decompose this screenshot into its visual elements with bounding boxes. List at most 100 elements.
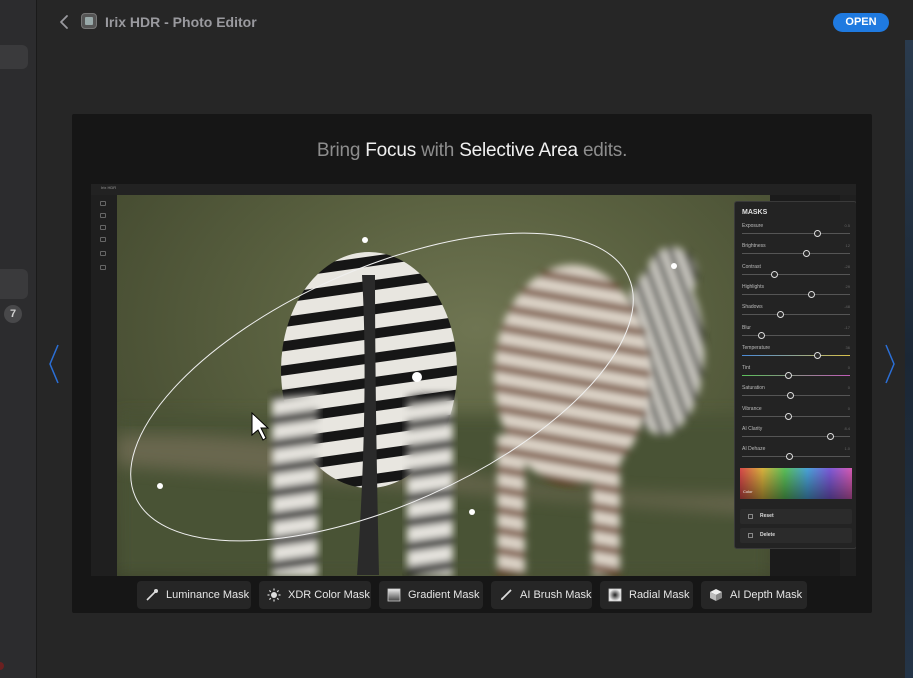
slider-knob[interactable] xyxy=(827,433,835,440)
luminance-mask-button[interactable]: Luminance Mask xyxy=(137,581,251,609)
slider-knob[interactable] xyxy=(807,290,815,298)
mask-button-label: XDR Color Mask xyxy=(288,589,370,601)
headline: Bring Focus with Selective Area edits. xyxy=(72,140,872,162)
mask-button-label: Radial Mask xyxy=(629,589,690,601)
slider-value: -48 xyxy=(844,304,850,310)
slider-track[interactable] xyxy=(742,253,850,255)
reset-button[interactable]: Reset xyxy=(740,509,852,524)
screenshot-card: Bring Focus with Selective Area edits. I… xyxy=(72,114,872,613)
sidebar: 7 xyxy=(0,0,37,678)
slider-track[interactable] xyxy=(742,415,850,417)
slider-knob[interactable] xyxy=(814,351,822,359)
tool-icon xyxy=(100,251,106,256)
slider-knob[interactable] xyxy=(777,311,785,319)
ai-brush-mask-button[interactable]: AI Brush Mask xyxy=(491,581,592,609)
xdr-color-mask-button[interactable]: XDR Color Mask xyxy=(259,581,371,609)
mask-slider[interactable]: Blur -17 xyxy=(742,325,850,341)
mask-button-label: Gradient Mask xyxy=(408,589,480,601)
back-chevron-icon[interactable] xyxy=(57,12,71,32)
slider-label: Tint xyxy=(742,365,751,372)
slider-knob[interactable] xyxy=(784,372,792,380)
slider-value: 0 xyxy=(847,405,850,411)
slider-track[interactable] xyxy=(742,233,850,234)
slider-value: 0 xyxy=(847,385,850,391)
headline-emphasis: Selective Area xyxy=(459,140,578,161)
mask-slider[interactable]: AI Clarity 8.4 xyxy=(742,426,850,442)
slider-knob[interactable] xyxy=(757,331,765,339)
slider-track[interactable] xyxy=(742,354,850,356)
mask-slider[interactable]: Brightness 12 xyxy=(742,243,850,259)
slider-value: 29 xyxy=(845,283,850,289)
editor-preview: Irix HDR MASKS Exposure 0.5 Brightness 1… xyxy=(91,184,856,576)
mask-button-label: AI Depth Mask xyxy=(730,589,803,601)
gradient-icon xyxy=(387,588,401,602)
zebra-illustration xyxy=(117,232,770,576)
slider-knob[interactable] xyxy=(803,250,811,258)
masks-panel: MASKS Exposure 0.5 Brightness 12 Contrast -28… xyxy=(734,201,856,549)
radial-mask-button[interactable]: Radial Mask xyxy=(600,581,693,609)
masks-panel-title: MASKS xyxy=(742,209,768,216)
tool-icon xyxy=(100,265,106,270)
slider-track[interactable] xyxy=(742,456,850,458)
delete-button[interactable]: Delete xyxy=(740,528,852,543)
slider-label: Vibrance xyxy=(742,405,762,412)
slider-value: 0.5 xyxy=(844,223,850,228)
mask-slider[interactable]: AI Dehaze 1.0 xyxy=(742,446,850,462)
color-swatch[interactable]: Color xyxy=(740,468,852,499)
slider-track[interactable] xyxy=(742,273,850,275)
gradient-mask-button[interactable]: Gradient Mask xyxy=(379,581,483,609)
previous-arrow-icon[interactable] xyxy=(47,343,61,385)
reset-icon xyxy=(748,514,753,519)
mask-button-label: Luminance Mask xyxy=(166,589,250,601)
slider-track[interactable] xyxy=(742,375,850,377)
trash-icon xyxy=(748,533,753,538)
mask-slider[interactable]: Exposure 0.5 xyxy=(742,223,850,239)
brush-icon xyxy=(501,589,512,600)
cube-icon xyxy=(710,589,722,601)
slider-label: AI Dehaze xyxy=(742,446,766,453)
slider-label: Highlights xyxy=(742,283,764,290)
editor-titlebar: Irix HDR xyxy=(91,184,856,195)
app-window: 7 Irix HDR - Photo Editor OPEN Bring Foc… xyxy=(0,0,913,678)
slider-label: Shadows xyxy=(742,304,763,311)
mask-slider[interactable]: Saturation 0 xyxy=(742,385,850,401)
sidebar-indicator-dot xyxy=(0,662,4,670)
pipette-icon xyxy=(146,589,158,601)
mask-slider[interactable]: Contrast -28 xyxy=(742,264,850,280)
slider-knob[interactable] xyxy=(784,412,792,420)
slider-label: Exposure xyxy=(742,223,764,229)
sidebar-badge: 7 xyxy=(4,305,22,323)
mask-slider[interactable]: Vibrance 0 xyxy=(742,406,850,422)
slider-knob[interactable] xyxy=(770,270,778,278)
sidebar-item-selected[interactable] xyxy=(0,269,28,299)
mask-slider[interactable]: Tint 0 xyxy=(742,365,850,381)
slider-track[interactable] xyxy=(742,314,850,316)
mask-slider[interactable]: Temperature 36 xyxy=(742,345,850,361)
next-arrow-icon[interactable] xyxy=(883,343,897,385)
desktop-edge xyxy=(905,40,913,678)
header: Irix HDR - Photo Editor OPEN xyxy=(37,0,913,44)
open-button[interactable]: OPEN xyxy=(833,13,889,32)
app-icon xyxy=(81,13,97,29)
slider-value: 1.0 xyxy=(844,446,850,452)
ai-depth-mask-button[interactable]: AI Depth Mask xyxy=(701,581,807,609)
slider-knob[interactable] xyxy=(787,392,795,400)
editor-window-title: Irix HDR xyxy=(101,185,117,190)
tool-icon xyxy=(100,237,106,242)
tool-icon xyxy=(100,213,106,218)
sidebar-item[interactable] xyxy=(0,45,28,69)
slider-knob[interactable] xyxy=(786,453,794,461)
mask-toolbar: Luminance Mask XDR Color Mask Gradient M… xyxy=(137,581,807,609)
slider-value: 0 xyxy=(847,365,850,371)
mask-slider[interactable]: Highlights 29 xyxy=(742,284,850,300)
slider-track[interactable] xyxy=(742,293,850,295)
headline-part: edits. xyxy=(577,140,628,161)
slider-label: Blur xyxy=(742,324,751,331)
app-title: Irix HDR - Photo Editor xyxy=(105,14,257,30)
slider-track[interactable] xyxy=(742,395,850,397)
mask-slider[interactable]: Shadows -48 xyxy=(742,304,850,320)
slider-knob[interactable] xyxy=(814,230,822,237)
reset-label: Reset xyxy=(760,513,774,519)
headline-emphasis: Focus xyxy=(365,140,417,161)
editor-toolbar xyxy=(91,195,117,576)
